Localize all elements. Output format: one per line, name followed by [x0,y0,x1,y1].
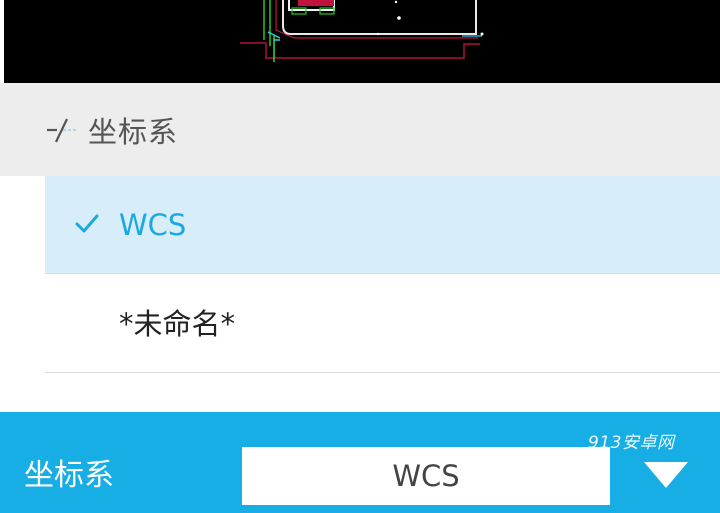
watermark-text: 913安卓网 [588,433,675,453]
toolbar-label: 坐标系 [24,458,114,493]
panel-title: 坐标系 [88,115,179,149]
triangle-down-icon[interactable] [636,452,696,502]
list-item-unnamed[interactable]: *未命名* [45,275,720,373]
selected-value: WCS [392,459,460,493]
list-item-wcs[interactable]: WCS [45,176,720,274]
list-item-label: *未命名* [119,307,236,341]
list-item-label: WCS [119,208,187,242]
checkmark-icon [75,214,99,233]
ucs-axis-icon [47,118,78,143]
coordinate-system-select[interactable]: WCS [242,447,610,505]
coordinate-system-list: WCS *未命名* [0,176,720,412]
cad-drawing-canvas[interactable] [4,0,720,83]
cad-drawing [240,0,484,62]
